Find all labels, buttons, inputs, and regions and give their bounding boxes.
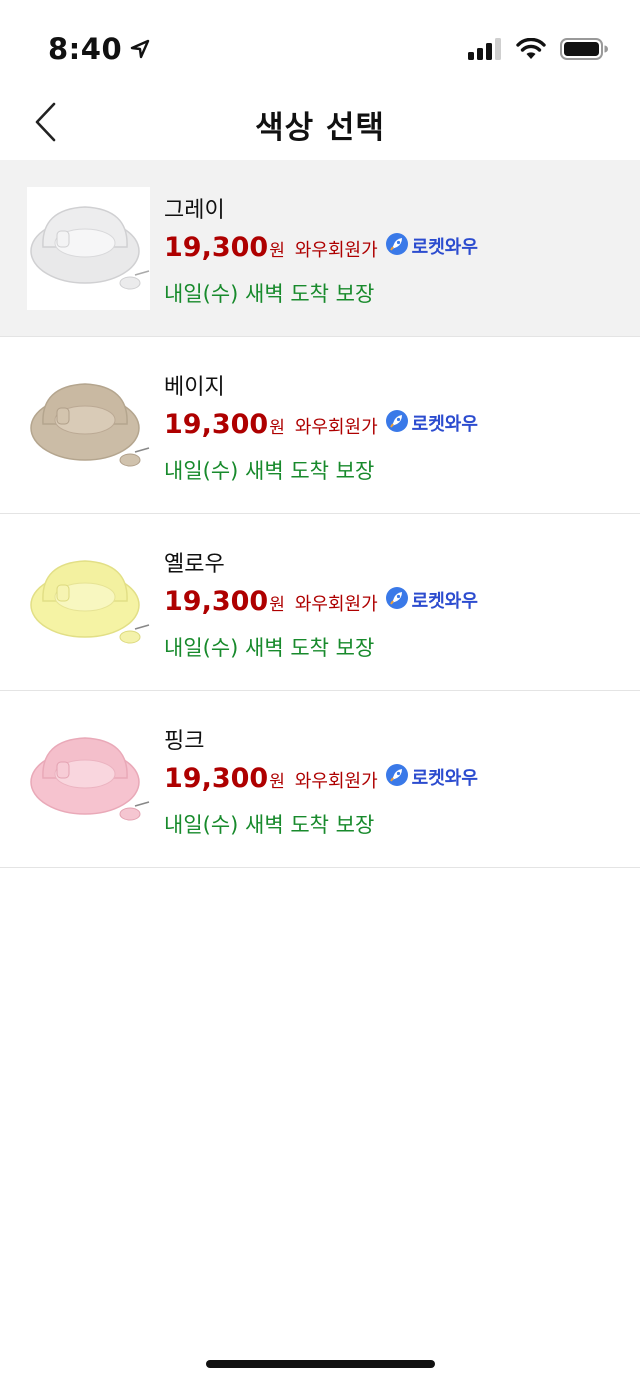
rocket-wow-label: 로켓와우 [411, 237, 478, 258]
page-title: 색상 선택 [255, 110, 385, 146]
clock-time: 8:40 [48, 32, 123, 66]
member-price-label: 와우회원가 [294, 771, 378, 792]
home-indicator[interactable] [206, 1360, 435, 1368]
currency-unit: 원 [269, 595, 285, 615]
rocket-icon [385, 232, 409, 260]
rocket-wow-badge: 로켓와우 [385, 409, 478, 437]
rocket-icon [385, 409, 409, 437]
delivery-guarantee: 내일(수) 새벽 도착 보장 [164, 459, 375, 483]
baby-seat-beige-image [30, 383, 150, 467]
price: 19,300 [164, 409, 269, 440]
baby-seat-yellow-image [30, 560, 150, 644]
option-name: 옐로우 [164, 552, 225, 577]
product-thumbnail [27, 718, 150, 841]
cellular-signal-icon [468, 38, 502, 64]
delivery-guarantee: 내일(수) 새벽 도착 보장 [164, 636, 375, 660]
nav-bar: 색상 선택 [0, 88, 640, 160]
baby-seat-pink-image [30, 737, 150, 821]
currency-unit: 원 [269, 241, 285, 261]
rocket-wow-label: 로켓와우 [411, 591, 478, 612]
rocket-icon [385, 763, 409, 791]
wifi-icon [516, 37, 546, 64]
battery-icon [560, 38, 608, 64]
color-option-list: 그레이 19,300 원 와우회원가 로켓와우 내일(수) 새벽 도착 보장 베… [0, 160, 640, 868]
color-option-pink[interactable]: 핑크 19,300 원 와우회원가 로켓와우 내일(수) 새벽 도착 보장 [0, 691, 640, 868]
product-thumbnail [27, 541, 150, 664]
member-price-label: 와우회원가 [294, 417, 378, 438]
member-price-label: 와우회원가 [294, 240, 378, 261]
price: 19,300 [164, 586, 269, 617]
member-price-label: 와우회원가 [294, 594, 378, 615]
price-row: 19,300 원 와우회원가 로켓와우 [164, 763, 478, 794]
color-option-gray[interactable]: 그레이 19,300 원 와우회원가 로켓와우 내일(수) 새벽 도착 보장 [0, 160, 640, 337]
color-option-beige[interactable]: 베이지 19,300 원 와우회원가 로켓와우 내일(수) 새벽 도착 보장 [0, 337, 640, 514]
rocket-icon [385, 586, 409, 614]
option-name: 핑크 [164, 729, 205, 754]
option-name: 베이지 [164, 375, 225, 400]
product-thumbnail [27, 187, 150, 310]
rocket-wow-label: 로켓와우 [411, 768, 478, 789]
currency-unit: 원 [269, 772, 285, 792]
product-thumbnail [27, 364, 150, 487]
price-row: 19,300 원 와우회원가 로켓와우 [164, 232, 478, 263]
delivery-guarantee: 내일(수) 새벽 도착 보장 [164, 813, 375, 837]
rocket-wow-badge: 로켓와우 [385, 232, 478, 260]
status-time: 8:40 [48, 32, 150, 66]
price-row: 19,300 원 와우회원가 로켓와우 [164, 586, 478, 617]
baby-seat-gray-image [30, 206, 150, 290]
status-bar: 8:40 [0, 0, 640, 100]
location-arrow-icon [130, 32, 150, 66]
rocket-wow-badge: 로켓와우 [385, 586, 478, 614]
rocket-wow-badge: 로켓와우 [385, 763, 478, 791]
price: 19,300 [164, 232, 269, 263]
currency-unit: 원 [269, 418, 285, 438]
status-icons [468, 37, 608, 64]
color-option-yellow[interactable]: 옐로우 19,300 원 와우회원가 로켓와우 내일(수) 새벽 도착 보장 [0, 514, 640, 691]
rocket-wow-label: 로켓와우 [411, 414, 478, 435]
price-row: 19,300 원 와우회원가 로켓와우 [164, 409, 478, 440]
price: 19,300 [164, 763, 269, 794]
option-name: 그레이 [164, 198, 225, 223]
delivery-guarantee: 내일(수) 새벽 도착 보장 [164, 282, 375, 306]
